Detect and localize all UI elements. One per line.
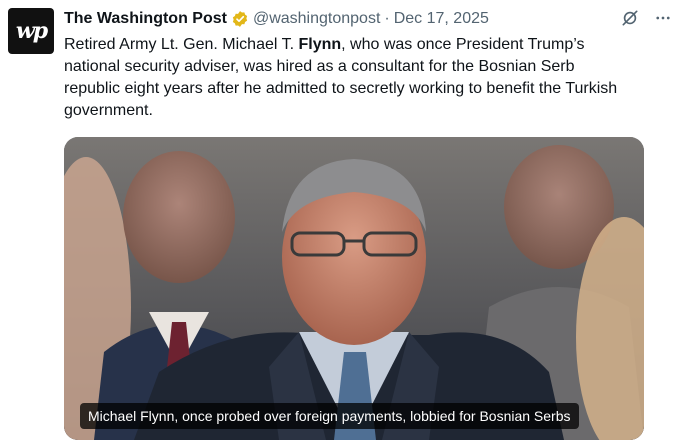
author-name[interactable]: The Washington Post <box>64 10 227 28</box>
more-options-icon[interactable] <box>654 9 672 32</box>
tweet-text-part: Retired Army Lt. Gen. Michael T. <box>64 36 299 53</box>
author-avatar[interactable]: wp <box>8 8 54 54</box>
tweet-media-photo[interactable]: Michael Flynn, once probed over foreign … <box>64 137 644 440</box>
tweet[interactable]: wp The Washington Post @washingtonpost ·… <box>0 0 682 443</box>
tweet-header: The Washington Post @washingtonpost · De… <box>64 8 642 30</box>
avatar-logo-text: wp <box>15 18 48 44</box>
author-handle[interactable]: @washingtonpost <box>253 10 380 28</box>
tweet-date[interactable]: Dec 17, 2025 <box>394 10 489 28</box>
verified-badge-icon[interactable] <box>231 10 249 28</box>
tweet-text: Retired Army Lt. Gen. Michael T. Flynn, … <box>64 34 634 122</box>
grok-icon[interactable] <box>620 8 640 33</box>
media-caption: Michael Flynn, once probed over foreign … <box>80 403 579 429</box>
photo-illustration <box>64 137 644 440</box>
header-separator: · <box>384 10 390 27</box>
tweet-text-bold: Flynn <box>298 36 342 53</box>
tweet-actions <box>620 8 672 33</box>
